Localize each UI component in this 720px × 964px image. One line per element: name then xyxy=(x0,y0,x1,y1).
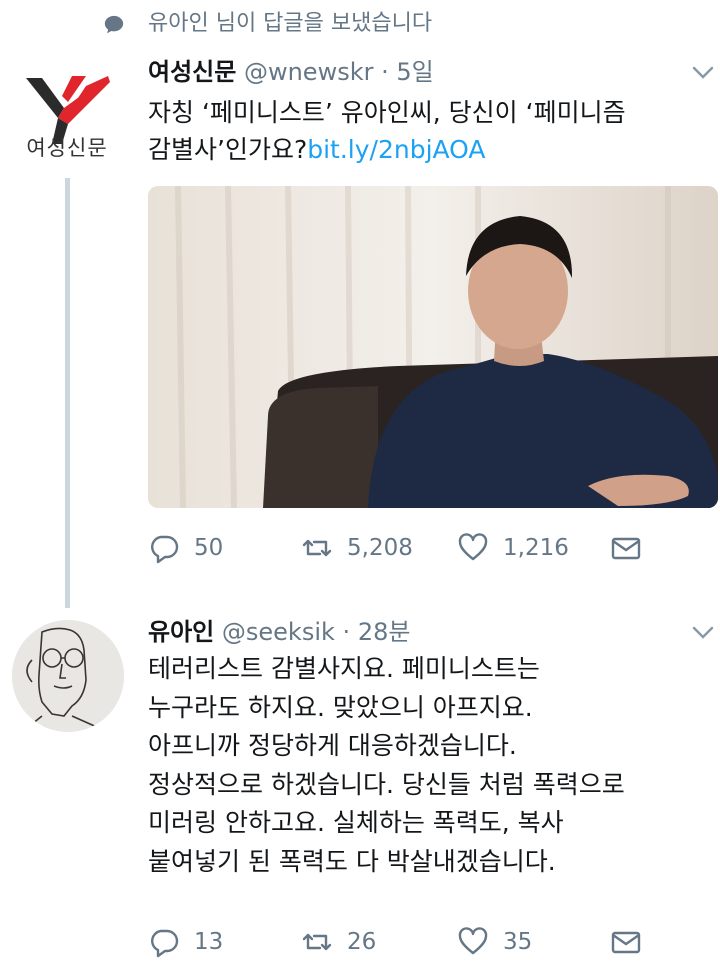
tweet-text-line: 자칭 ‘페미니스트’ 유아인씨, 당신이 ‘페미니즘 xyxy=(148,98,626,127)
reply-button[interactable]: 13 xyxy=(148,924,223,960)
like-icon xyxy=(458,927,488,955)
direct-message-icon xyxy=(611,931,641,954)
avatar-caption: 여성신문 xyxy=(26,136,108,160)
retweet-button[interactable]: 26 xyxy=(301,924,376,960)
separator: · xyxy=(381,58,389,86)
chevron-down-icon[interactable] xyxy=(692,626,714,640)
reply-icon xyxy=(151,535,179,564)
retweet-button[interactable]: 5,208 xyxy=(301,530,413,566)
chevron-down-icon[interactable] xyxy=(692,66,714,80)
tweet-text-line: 붙여넣기 된 폭력도 다 박살내겠습니다. xyxy=(148,846,556,876)
direct-message-icon xyxy=(611,537,641,560)
social-context-text: 유아인 님이 답글을 보냈습니다 xyxy=(148,11,433,36)
tweet-actions: 13 26 35 xyxy=(148,924,708,960)
tweet-text: 테러리스트 감별사지요. 페미니스트는 누구라도 하지요. 맞았으니 아프지요.… xyxy=(148,650,720,881)
avatar[interactable]: 여성신문 xyxy=(12,62,122,172)
tweet-header: 유아인 @seeksik · 28분 xyxy=(148,616,410,648)
tweet-link[interactable]: bit.ly/2nbjAOA xyxy=(307,135,485,164)
social-context: 유아인 님이 답글을 보냈습니다 xyxy=(0,0,720,52)
user-handle[interactable]: @wnewskr xyxy=(244,58,374,86)
avatar-sketch xyxy=(12,620,124,732)
user-handle[interactable]: @seeksik xyxy=(222,618,335,646)
tweet-text-line: 정상적으로 하겠습니다. 당신들 처럼 폭력으로 xyxy=(148,769,625,799)
timestamp[interactable]: 5일 xyxy=(396,58,433,86)
reply-count: 13 xyxy=(194,929,224,955)
like-icon xyxy=(458,533,488,561)
retweet-count: 5,208 xyxy=(347,535,413,561)
photo-image xyxy=(148,186,718,508)
tweet-actions: 50 5,208 1,216 xyxy=(148,530,708,566)
tweet-text-line: 아프니까 정당하게 대응하겠습니다. xyxy=(148,731,517,760)
tweet-photo[interactable] xyxy=(148,186,718,508)
tweet-text: 자칭 ‘페미니스트’ 유아인씨, 당신이 ‘페미니즘 감별사’인가요?bit.l… xyxy=(148,94,720,168)
tweet[interactable]: 여성신문 여성신문 @wnewskr · 5일 자칭 ‘페미니스트’ 유아인씨,… xyxy=(0,52,720,592)
timestamp[interactable]: 28분 xyxy=(358,618,411,646)
direct-message-button[interactable] xyxy=(610,924,656,960)
display-name[interactable]: 여성신문 xyxy=(148,58,236,86)
tweet[interactable]: 유아인 @seeksik · 28분 테러리스트 감별사지요. 페미니스트는 누… xyxy=(0,612,720,964)
like-button[interactable]: 35 xyxy=(457,924,532,960)
direct-message-button[interactable] xyxy=(610,530,656,566)
tweet-header: 여성신문 @wnewskr · 5일 xyxy=(148,56,434,88)
like-button[interactable]: 1,216 xyxy=(457,530,569,566)
separator: · xyxy=(342,618,351,646)
tweet-text-line: 누구라도 하지요. 맞았으니 아프지요. xyxy=(148,692,533,722)
retweet-icon xyxy=(302,539,332,557)
retweet-count: 26 xyxy=(347,929,377,955)
reply-button[interactable]: 50 xyxy=(148,530,223,566)
like-count: 1,216 xyxy=(503,535,569,561)
avatar[interactable] xyxy=(12,620,124,732)
tweet-text-line: 미러링 안하고요. 실체하는 폭력도, 복사 xyxy=(148,808,564,837)
reply-count: 50 xyxy=(194,535,224,561)
speech-bubble-icon xyxy=(104,15,124,34)
display-name[interactable]: 유아인 xyxy=(148,618,214,646)
reply-icon xyxy=(151,929,179,958)
like-count: 35 xyxy=(503,929,533,955)
tweet-text-line: 감별사’인가요? xyxy=(148,135,308,164)
tweet-text-line: 테러리스트 감별사지요. 페미니스트는 xyxy=(148,654,540,683)
retweet-icon xyxy=(302,933,332,951)
